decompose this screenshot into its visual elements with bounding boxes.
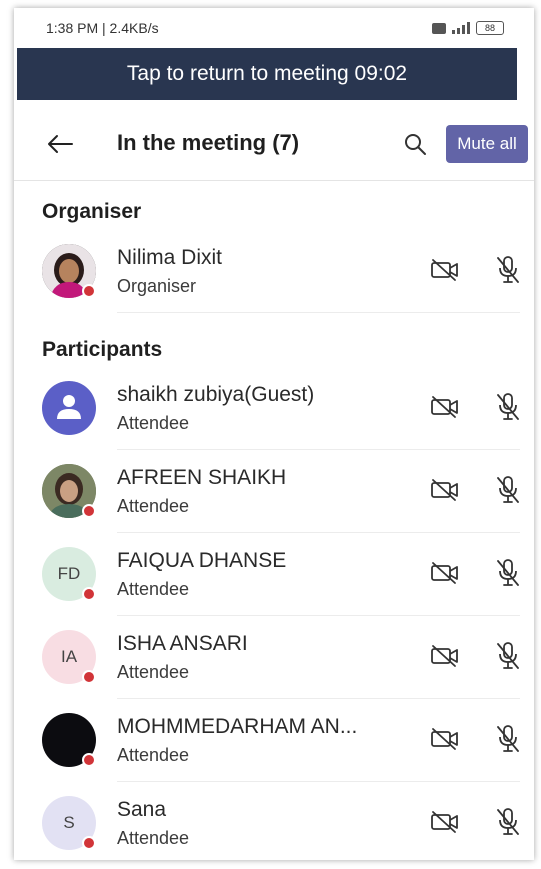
camera-off-icon[interactable] (428, 807, 462, 837)
participant-row[interactable]: AFREEN SHAIKH Attendee (14, 450, 534, 533)
participant-row[interactable]: MOHMMEDARHAM AN... Attendee (14, 699, 534, 782)
participant-role: Attendee (117, 579, 190, 599)
presence-busy-dot (82, 836, 96, 850)
participant-role: Attendee (117, 745, 190, 765)
camera-off-icon[interactable] (428, 392, 462, 422)
camera-off-icon[interactable] (428, 641, 462, 671)
participant-name: Sana (117, 798, 167, 821)
return-to-meeting-banner[interactable]: Tap to return to meeting 09:02 (17, 48, 517, 100)
status-icons: 88 (432, 21, 504, 35)
participant-name: shaikh zubiya(Guest) (117, 383, 315, 406)
avatar (42, 381, 96, 435)
presence-busy-dot (82, 670, 96, 684)
mic-off-icon[interactable] (492, 390, 524, 424)
participant-role: Attendee (117, 496, 190, 516)
signal-icon (452, 22, 470, 34)
mute-all-button[interactable]: Mute all (446, 125, 528, 163)
mic-off-icon[interactable] (492, 722, 524, 756)
participant-row[interactable]: IA ISHA ANSARI Attendee (14, 616, 534, 699)
mic-off-icon[interactable] (492, 556, 524, 590)
avatar-initials: S (63, 813, 75, 832)
participant-name: AFREEN SHAIKH (117, 466, 287, 489)
participant-name: ISHA ANSARI (117, 632, 248, 655)
back-button[interactable] (42, 126, 78, 162)
participant-role: Organiser (117, 276, 197, 296)
participant-role: Attendee (117, 662, 190, 682)
avatar-initials: FD (57, 564, 81, 583)
person-icon (57, 395, 81, 419)
app-bar: In the meeting (7) Mute all (14, 108, 534, 181)
participant-name: Nilima Dixit (117, 246, 222, 269)
battery-icon: 88 (476, 21, 504, 35)
participant-name: MOHMMEDARHAM AN... (117, 715, 358, 738)
mic-off-icon[interactable] (492, 805, 524, 839)
sim-icon (432, 22, 446, 34)
arrow-left-icon (48, 135, 73, 153)
row-divider (117, 312, 520, 313)
camera-off-icon[interactable] (428, 558, 462, 588)
search-icon (405, 134, 426, 155)
participant-role: Attendee (117, 413, 190, 433)
avatar-initials: IA (60, 647, 78, 666)
camera-off-icon[interactable] (428, 475, 462, 505)
organiser-row[interactable]: Nilima Dixit Organiser (14, 230, 534, 313)
participant-name: FAIQUA DHANSE (117, 549, 287, 572)
participants-heading: Participants (42, 338, 163, 361)
status-time: 1:38 PM | 2.4KB/s (46, 20, 159, 36)
presence-busy-dot (82, 753, 96, 767)
banner-text: Tap to return to meeting 09:02 (126, 62, 408, 85)
status-bar: 1:38 PM | 2.4KB/s 88 (14, 8, 534, 48)
mic-off-icon[interactable] (492, 253, 524, 287)
camera-off-icon[interactable] (428, 255, 462, 285)
mic-off-icon[interactable] (492, 473, 524, 507)
mic-off-icon[interactable] (492, 639, 524, 673)
presence-busy-dot (82, 504, 96, 518)
screen-frame: 1:38 PM | 2.4KB/s 88 Tap to return to me… (14, 8, 534, 860)
presence-busy-dot (82, 587, 96, 601)
search-button[interactable] (397, 126, 433, 162)
page-title: In the meeting (7) (117, 130, 300, 155)
camera-off-icon[interactable] (428, 724, 462, 754)
participant-row[interactable]: S Sana Attendee (14, 782, 534, 860)
participant-row[interactable]: FD FAIQUA DHANSE Attendee (14, 533, 534, 616)
participant-role: Attendee (117, 828, 190, 848)
participant-row[interactable]: shaikh zubiya(Guest) Attendee (14, 367, 534, 450)
organiser-heading: Organiser (42, 200, 142, 223)
presence-busy-dot (82, 284, 96, 298)
